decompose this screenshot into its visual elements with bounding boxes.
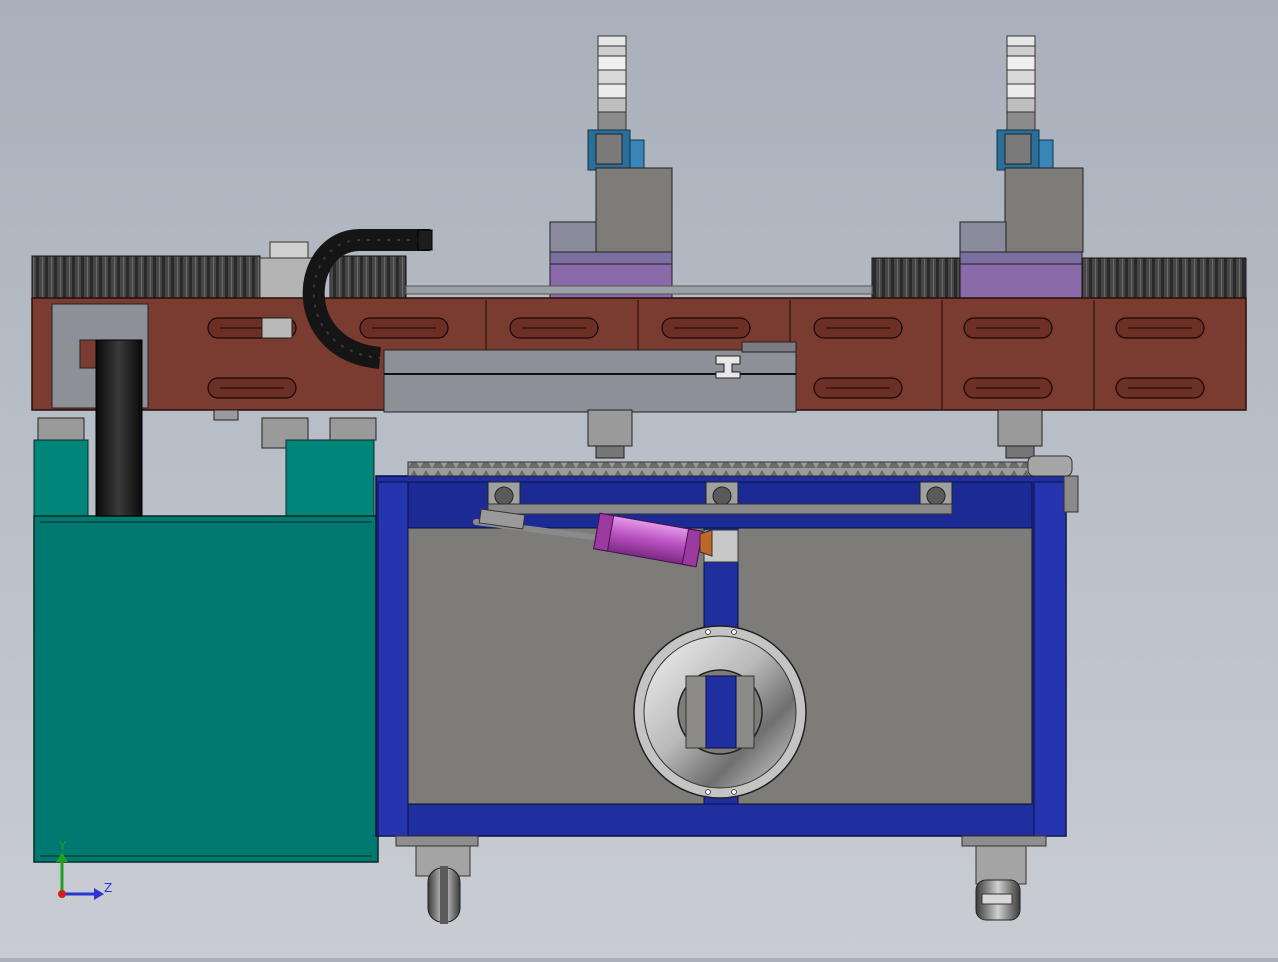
y-axis-label: Y [58, 839, 67, 853]
chuck-ring[interactable] [633, 625, 807, 799]
motor-stack-icon [597, 35, 627, 131]
caster-wheel-right[interactable] [961, 835, 1047, 921]
drive-belt [95, 339, 143, 517]
sliding-carriage[interactable] [383, 341, 797, 413]
cad-viewport[interactable]: Y Z [0, 0, 1278, 958]
caster-wheel-left[interactable] [395, 835, 479, 924]
nozzle-left [587, 409, 633, 459]
motor-stack-icon [1006, 35, 1036, 131]
cutting-head-left[interactable] [549, 35, 673, 299]
z-arrowhead [94, 888, 104, 900]
machine-drawing: Y Z [31, 35, 1247, 924]
bellows-left [31, 255, 407, 301]
rack-icon [407, 461, 1035, 477]
nozzle-right [997, 409, 1043, 459]
origin-dot [58, 890, 66, 898]
cutting-head-right[interactable] [959, 35, 1084, 299]
guide-rail [405, 285, 873, 295]
electrical-cabinet[interactable] [33, 439, 379, 863]
z-axis-label: Z [104, 881, 112, 895]
